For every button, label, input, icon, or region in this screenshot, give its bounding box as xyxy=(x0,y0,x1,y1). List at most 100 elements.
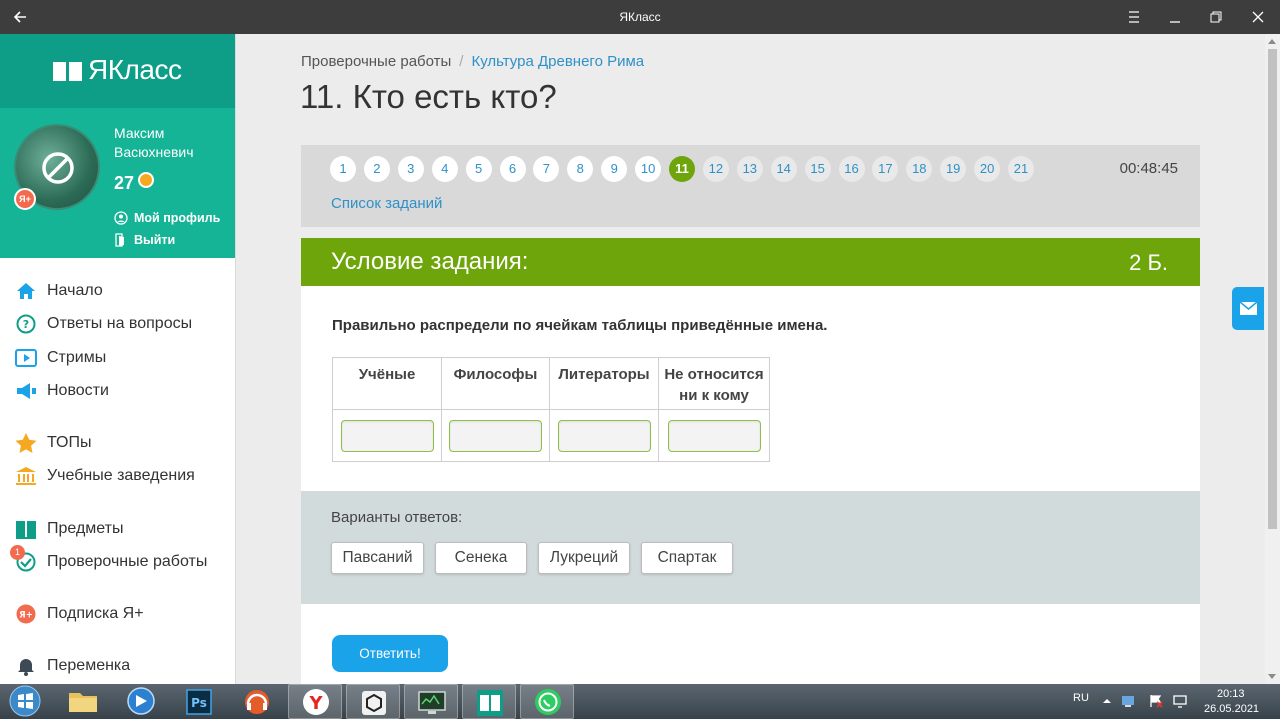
language-indicator[interactable]: RU xyxy=(1073,692,1089,704)
scroll-thumb[interactable] xyxy=(1268,49,1277,529)
question-number-4[interactable]: 4 xyxy=(431,156,458,182)
submit-button[interactable]: Ответить! xyxy=(332,635,448,672)
tray-expand-icon[interactable] xyxy=(1102,696,1112,706)
sidebar-item-tests[interactable]: 1 Проверочные работы xyxy=(10,545,207,574)
question-number-1[interactable]: 1 xyxy=(330,156,356,182)
drop-zone-none[interactable] xyxy=(667,419,761,452)
answer-chip-pausanias[interactable]: Павсаний xyxy=(331,542,424,574)
mail-icon xyxy=(1239,301,1258,315)
logout-icon xyxy=(115,233,124,247)
answer-table: Учёные Философы Литераторы Не относится н… xyxy=(332,357,770,462)
user-panel: Я+ Максим Васюхневич 27 Мой профиль Выйт… xyxy=(0,108,235,258)
breadcrumb-current[interactable]: Культура Древнего Рима xyxy=(471,53,644,70)
tray-display-icon[interactable] xyxy=(1172,693,1188,709)
question-icon: ? xyxy=(16,314,36,334)
question-number-18[interactable]: 18 xyxy=(906,156,933,182)
restore-icon[interactable] xyxy=(1205,6,1227,28)
question-number-6[interactable]: 6 xyxy=(499,156,526,182)
sidebar-item-home[interactable]: Начало xyxy=(14,279,103,303)
windows-start-icon xyxy=(9,685,41,717)
taskbar-audio[interactable] xyxy=(230,684,284,719)
feedback-tab[interactable] xyxy=(1232,287,1264,330)
logo-text: ЯКласс xyxy=(88,54,182,85)
scrollbar[interactable] xyxy=(1265,34,1280,684)
tray-network-app-icon[interactable] xyxy=(1120,693,1136,709)
question-number-17[interactable]: 17 xyxy=(872,156,899,182)
home-icon xyxy=(17,283,35,299)
question-number-21[interactable]: 21 xyxy=(1008,156,1034,182)
plus-badge: Я+ xyxy=(14,188,36,210)
answer-chip-seneca[interactable]: Сенека xyxy=(435,542,527,574)
question-number-8[interactable]: 8 xyxy=(567,156,594,182)
question-number-9[interactable]: 9 xyxy=(601,156,628,182)
answer-options: Варианты ответов: Павсаний Сенека Лукрец… xyxy=(301,491,1200,604)
table-cell xyxy=(332,409,442,462)
drop-zone-scientists[interactable] xyxy=(340,419,434,452)
column-header-none: Не относится ни к кому xyxy=(658,357,770,410)
clock-time[interactable]: 20:13 xyxy=(1217,688,1245,700)
logo-area[interactable]: ЯКласс xyxy=(0,34,235,108)
sidebar-item-answers[interactable]: ? Ответы на вопросы xyxy=(14,312,192,336)
yaklass-app-icon xyxy=(477,690,503,716)
question-number-15[interactable]: 15 xyxy=(804,156,831,182)
answer-options-label: Варианты ответов: xyxy=(331,509,463,526)
sidebar-item-break[interactable]: Переменка xyxy=(14,654,130,678)
taskbar-unity[interactable] xyxy=(346,684,400,719)
svg-text:Я+: Я+ xyxy=(19,611,33,621)
breadcrumb-parent[interactable]: Проверочные работы xyxy=(301,53,451,70)
question-number-20[interactable]: 20 xyxy=(974,156,1001,182)
taskbar-media[interactable] xyxy=(114,684,168,719)
minimize-icon[interactable] xyxy=(1164,6,1186,28)
menu-icon[interactable] xyxy=(1123,6,1145,28)
question-number-7[interactable]: 7 xyxy=(533,156,560,182)
profile-icon xyxy=(114,211,128,225)
unity-icon xyxy=(362,691,386,715)
window-title: ЯКласс xyxy=(619,10,661,24)
question-number-3[interactable]: 3 xyxy=(397,156,424,182)
scroll-up-arrow[interactable] xyxy=(1268,39,1276,44)
taskbar-photoshop[interactable]: Ps xyxy=(172,684,226,719)
sidebar: ЯКласс Я+ Максим Васюхневич 27 Мой профи… xyxy=(0,34,236,684)
clock-date[interactable]: 26.05.2021 xyxy=(1204,703,1259,715)
question-number-16[interactable]: 16 xyxy=(838,156,865,182)
logo-book-icon xyxy=(53,62,82,81)
drop-zone-writers[interactable] xyxy=(557,419,651,452)
question-number-11[interactable]: 11 xyxy=(669,156,695,182)
table-cell xyxy=(441,409,550,462)
question-number-5[interactable]: 5 xyxy=(465,156,492,182)
question-number-10[interactable]: 10 xyxy=(635,156,662,182)
sidebar-item-tops[interactable]: ТОПы xyxy=(14,431,92,455)
scroll-down-arrow[interactable] xyxy=(1268,674,1276,679)
question-number-13[interactable]: 13 xyxy=(736,156,763,182)
taskbar-yandex[interactable]: Y xyxy=(288,684,342,719)
taskbar-whatsapp[interactable] xyxy=(520,684,574,719)
task-prompt: Правильно распредели по ячейкам таблицы … xyxy=(332,317,828,334)
sidebar-item-streams[interactable]: Стримы xyxy=(14,346,106,370)
coin-icon xyxy=(138,172,155,188)
sidebar-item-subscription[interactable]: Я+ Подписка Я+ xyxy=(14,602,144,626)
play-icon xyxy=(15,349,37,367)
profile-link[interactable]: Мой профиль xyxy=(114,211,220,225)
sidebar-item-schools[interactable]: Учебные заведения xyxy=(14,464,195,488)
taskbar-yaklass[interactable] xyxy=(462,684,516,719)
question-number-19[interactable]: 19 xyxy=(940,156,967,182)
answer-chip-lucretius[interactable]: Лукреций xyxy=(538,542,630,574)
timer: 00:48:45 xyxy=(1119,160,1178,177)
answer-chip-spartacus[interactable]: Спартак xyxy=(641,542,733,574)
sidebar-item-subjects[interactable]: Предметы xyxy=(14,517,123,541)
user-name[interactable]: Максим Васюхневич xyxy=(114,124,194,162)
question-number-14[interactable]: 14 xyxy=(770,156,797,182)
whatsapp-icon xyxy=(535,689,561,715)
question-number-12[interactable]: 12 xyxy=(702,156,729,182)
sidebar-item-news[interactable]: Новости xyxy=(14,379,109,403)
start-button[interactable] xyxy=(0,684,54,719)
logout-link[interactable]: Выйти xyxy=(114,233,175,247)
svg-text:Ps: Ps xyxy=(191,696,207,710)
task-list-link[interactable]: Список заданий xyxy=(331,195,442,212)
tray-flag-icon[interactable] xyxy=(1148,693,1164,709)
taskbar-explorer[interactable] xyxy=(56,684,110,719)
close-icon[interactable] xyxy=(1247,6,1269,28)
drop-zone-philosophers[interactable] xyxy=(449,419,542,452)
taskbar-monitor[interactable] xyxy=(404,684,458,719)
question-number-2[interactable]: 2 xyxy=(363,156,390,182)
